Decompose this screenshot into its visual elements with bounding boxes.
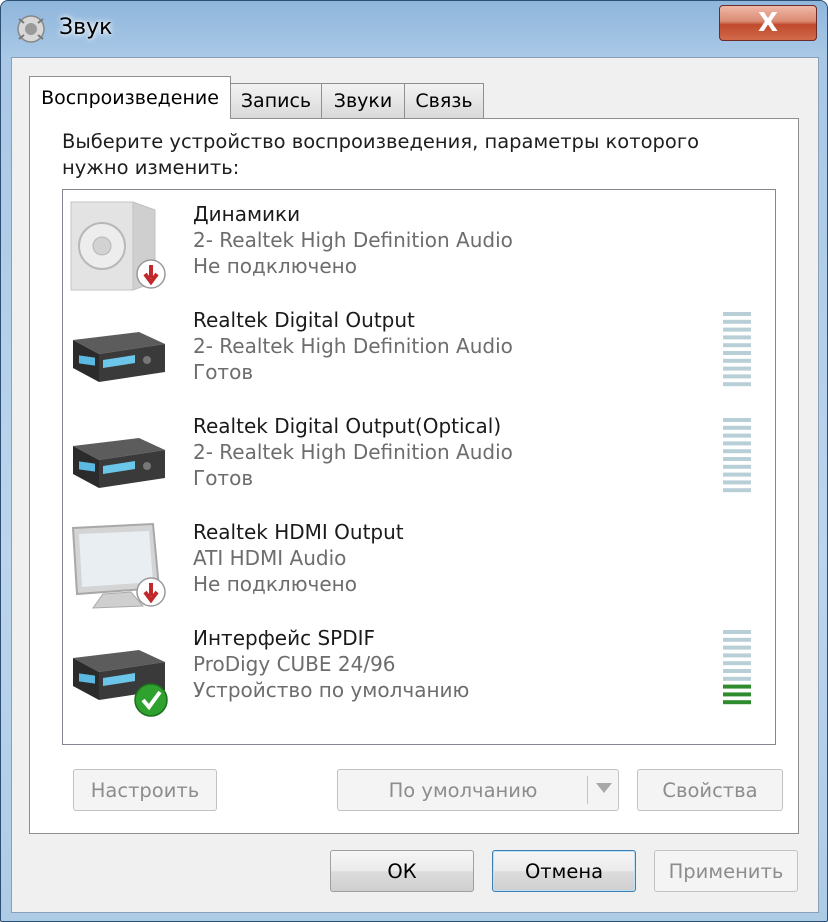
device-status: Не подключено bbox=[193, 572, 357, 596]
meter-segment bbox=[723, 692, 751, 697]
device-name: Динамики bbox=[193, 202, 301, 226]
device-status: Готов bbox=[193, 360, 254, 384]
title-bar[interactable]: Звук X bbox=[1, 1, 827, 57]
meter-segment bbox=[723, 425, 751, 430]
sound-app-icon bbox=[17, 15, 45, 43]
volume-meter bbox=[723, 418, 751, 493]
device-status: Устройство по умолчанию bbox=[193, 678, 470, 702]
chevron-down-icon[interactable] bbox=[596, 783, 612, 793]
meter-segment bbox=[723, 464, 751, 469]
receiver-icon bbox=[73, 650, 168, 717]
device-driver: ATI HDMI Audio bbox=[193, 546, 347, 570]
meter-segment bbox=[723, 449, 751, 454]
meter-segment bbox=[723, 433, 751, 438]
device-name: Realtek Digital Output bbox=[193, 308, 415, 332]
sound-dialog-window: Звук X Воспроизведение Запись Звуки Связ… bbox=[0, 0, 828, 922]
apply-button[interactable]: Применить bbox=[654, 850, 798, 892]
tab-sounds[interactable]: Звуки bbox=[321, 83, 405, 118]
close-icon: X bbox=[757, 8, 779, 38]
device-driver: 2- Realtek High Definition Audio bbox=[193, 440, 513, 464]
set-default-label: По умолчанию bbox=[388, 778, 538, 802]
meter-segment bbox=[723, 630, 751, 634]
meter-segment bbox=[723, 312, 751, 316]
meter-segment bbox=[723, 358, 751, 363]
tab-playback[interactable]: Воспроизведение bbox=[29, 76, 231, 119]
ok-button[interactable]: ОК bbox=[330, 850, 474, 892]
meter-segment bbox=[723, 327, 751, 332]
meter-segment bbox=[723, 480, 751, 485]
device-name: Интерфейс SPDIF bbox=[193, 626, 376, 650]
meter-segment bbox=[723, 700, 751, 705]
meter-segment bbox=[723, 661, 751, 666]
volume-meter bbox=[723, 630, 751, 705]
meter-segment bbox=[723, 319, 751, 324]
instruction-text: Выберите устройство воспроизведения, пар… bbox=[62, 130, 700, 179]
close-button[interactable]: X bbox=[719, 5, 817, 41]
disconnected-badge-icon bbox=[136, 577, 166, 607]
meter-segment bbox=[723, 374, 751, 379]
properties-button[interactable]: Свойства bbox=[637, 769, 783, 811]
configure-button[interactable]: Настроить bbox=[73, 769, 217, 811]
meter-segment bbox=[723, 488, 751, 493]
meter-segment bbox=[723, 335, 751, 340]
device-item[interactable]: Realtek Digital Output 2- Realtek High D… bbox=[63, 296, 775, 402]
meter-segment bbox=[723, 351, 751, 355]
window-title: Звук bbox=[59, 15, 113, 40]
meter-segment bbox=[723, 382, 751, 387]
disconnected-badge-icon bbox=[136, 259, 166, 289]
default-check-badge-icon bbox=[134, 683, 168, 717]
meter-segment bbox=[723, 472, 751, 477]
device-item[interactable]: Интерфейс SPDIF ProDigy CUBE 24/96 Устро… bbox=[63, 614, 775, 720]
tab-recording[interactable]: Запись bbox=[230, 83, 322, 118]
meter-segment bbox=[723, 653, 751, 658]
receiver-icon bbox=[73, 332, 165, 382]
cancel-button[interactable]: Отмена bbox=[492, 850, 636, 892]
meter-segment bbox=[723, 684, 751, 689]
meter-segment bbox=[723, 343, 751, 348]
split-divider bbox=[587, 776, 588, 804]
playback-panel: Выберите устройство воспроизведения, пар… bbox=[29, 118, 799, 834]
receiver-icon bbox=[73, 438, 165, 488]
meter-segment bbox=[723, 676, 751, 681]
device-status: Не подключено bbox=[193, 254, 357, 278]
dialog-client-area: Воспроизведение Запись Звуки Связь Выбер… bbox=[11, 57, 819, 913]
meter-segment bbox=[723, 637, 751, 642]
meter-segment bbox=[723, 441, 751, 446]
device-name: Realtek Digital Output(Optical) bbox=[193, 414, 502, 438]
meter-segment bbox=[723, 645, 751, 650]
meter-segment bbox=[723, 418, 751, 422]
device-driver: 2- Realtek High Definition Audio bbox=[193, 228, 513, 252]
speaker-icon bbox=[70, 201, 166, 291]
device-driver: 2- Realtek High Definition Audio bbox=[193, 334, 513, 358]
monitor-icon bbox=[71, 522, 166, 609]
meter-segment bbox=[723, 669, 751, 673]
device-item[interactable]: Realtek Digital Output(Optical) 2- Realt… bbox=[63, 402, 775, 508]
set-default-button[interactable]: По умолчанию bbox=[337, 769, 619, 811]
device-item[interactable]: Realtek HDMI Output ATI HDMI Audio Не по… bbox=[63, 508, 775, 614]
volume-meter bbox=[723, 312, 751, 387]
device-driver: ProDigy CUBE 24/96 bbox=[193, 652, 396, 676]
meter-segment bbox=[723, 457, 751, 461]
device-status: Готов bbox=[193, 466, 254, 490]
meter-segment bbox=[723, 366, 751, 371]
tab-communications[interactable]: Связь bbox=[404, 83, 484, 118]
device-name: Realtek HDMI Output bbox=[193, 520, 404, 544]
device-list[interactable]: Динамики 2- Realtek High Definition Audi… bbox=[62, 189, 776, 745]
device-item[interactable]: Динамики 2- Realtek High Definition Audi… bbox=[63, 190, 775, 296]
